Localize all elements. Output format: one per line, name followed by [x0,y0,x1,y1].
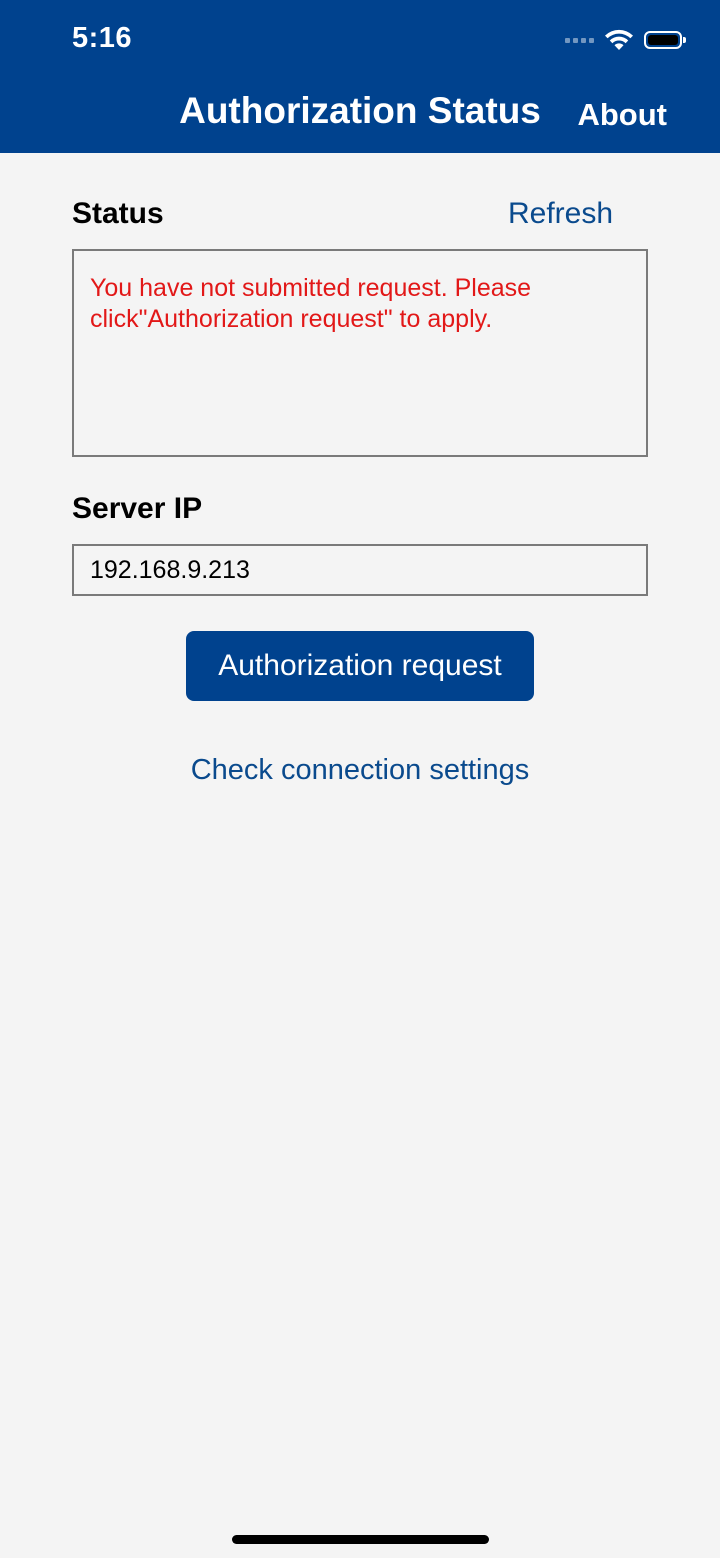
authorization-request-button[interactable]: Authorization request [186,631,534,701]
status-label: Status [72,197,164,230]
server-ip-label: Server IP [72,492,203,525]
status-message-box: You have not submitted request. Please c… [72,249,648,457]
home-indicator[interactable] [232,1535,489,1544]
status-bar-icons [565,26,686,54]
about-button[interactable]: About [577,97,667,133]
status-bar-time: 5:16 [72,22,133,54]
signal-icon [565,37,594,43]
server-ip-input[interactable] [72,544,648,596]
wifi-icon [605,29,633,50]
refresh-button[interactable]: Refresh [508,197,613,231]
battery-icon [644,31,686,49]
nav-header: 5:16 Authorization Status About [0,0,720,153]
status-message: You have not submitted request. Please c… [90,274,532,333]
check-connection-settings-link[interactable]: Check connection settings [0,754,720,787]
